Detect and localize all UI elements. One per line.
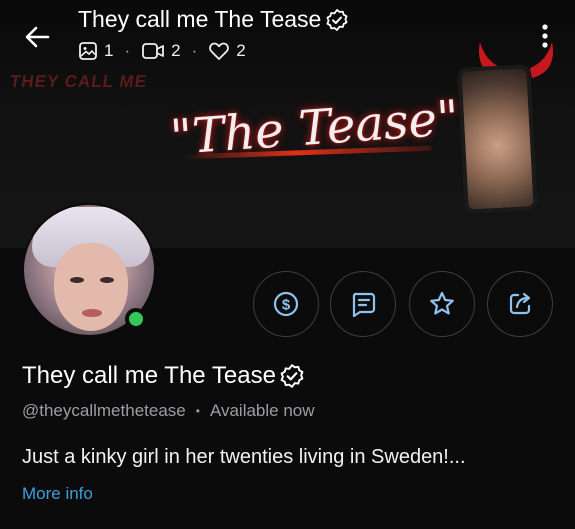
videos-stat: 2 <box>141 41 181 61</box>
verified-badge-icon <box>326 8 348 31</box>
share-button[interactable] <box>487 271 553 337</box>
photos-count: 1 <box>104 41 114 60</box>
stats-separator: · <box>191 41 198 60</box>
banner-phone-image <box>457 64 538 214</box>
page-title: They call me The Tease <box>78 6 349 33</box>
avatar-face <box>54 243 128 331</box>
share-icon <box>509 292 531 315</box>
availability-status: Available now <box>209 401 315 420</box>
star-icon <box>430 291 454 315</box>
dollar-tip-icon: $ <box>273 291 299 317</box>
heart-icon <box>209 42 230 60</box>
stats-separator: · <box>124 41 131 60</box>
arrow-left-icon[interactable] <box>22 22 52 52</box>
likes-stat: 2 <box>208 41 246 61</box>
video-icon <box>142 43 165 59</box>
avatar-lips <box>82 309 102 317</box>
page-title-text: They call me The Tease <box>78 6 322 32</box>
avatar-eye <box>70 277 84 283</box>
status-separator: • <box>195 404 200 418</box>
videos-count: 2 <box>171 41 181 60</box>
more-vertical-icon[interactable] <box>536 22 554 50</box>
profile-name: They call me The Tease <box>22 362 305 390</box>
online-status-dot <box>125 308 147 330</box>
profile-bio: Just a kinky girl in her twenties living… <box>22 446 466 468</box>
image-icon <box>79 42 97 60</box>
profile-stats: 1 · 2 · 2 <box>78 41 246 61</box>
favorite-button[interactable] <box>409 271 475 337</box>
profile-handle: @theycallmethetease <box>22 401 186 420</box>
verified-badge-icon <box>280 364 304 388</box>
message-button[interactable] <box>330 271 396 337</box>
photos-stat: 1 <box>78 41 113 61</box>
handle-row: @theycallmethetease • Available now <box>22 401 315 421</box>
banner-small-text: THEY CALL ME <box>8 72 149 91</box>
likes-count: 2 <box>236 41 246 60</box>
svg-text:$: $ <box>282 297 291 314</box>
tip-button[interactable]: $ <box>253 271 319 337</box>
profile-name-text: They call me The Tease <box>22 362 276 389</box>
message-icon <box>352 292 376 318</box>
avatar-eye <box>100 277 114 283</box>
more-info-link[interactable]: More info <box>22 484 93 504</box>
